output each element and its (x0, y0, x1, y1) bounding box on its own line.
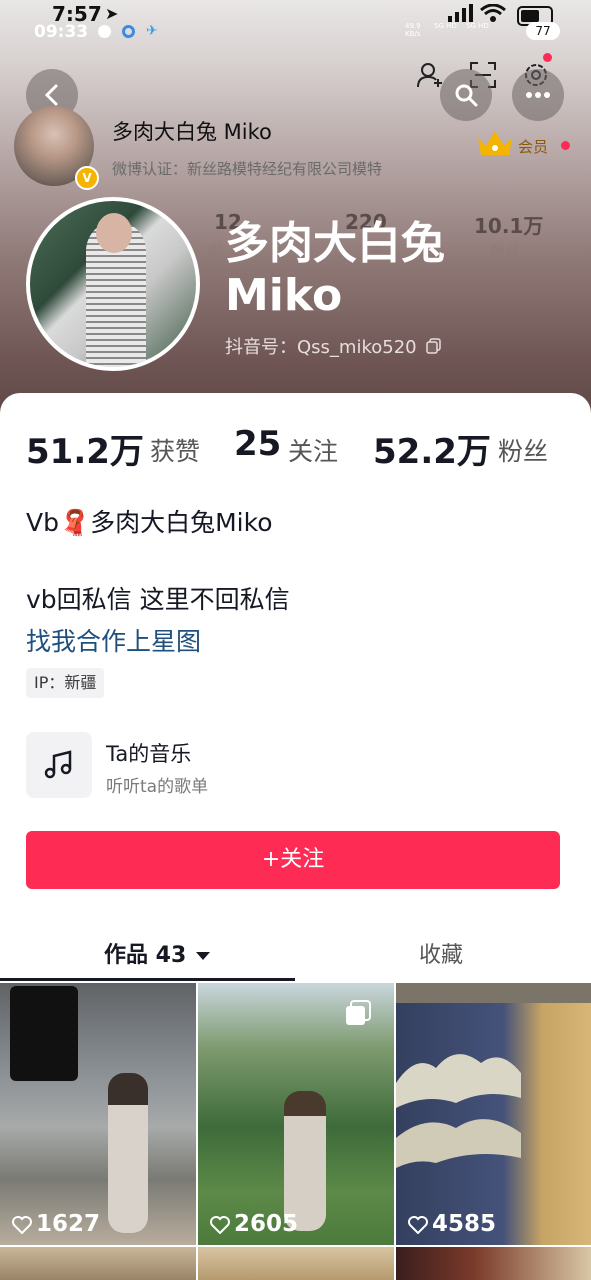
video-likes: 2605 (210, 1211, 298, 1237)
wifi-icon (480, 4, 506, 22)
tab-indicator (0, 978, 295, 981)
certification-text: 微博认证：新丝路模特经纪有限公司模特 (112, 160, 383, 178)
heart-icon (408, 1216, 428, 1235)
tab-works-label: 作品 43 (104, 943, 187, 968)
avatar-head (96, 213, 132, 253)
signal-label-1: 5G HD (434, 22, 457, 30)
heart-icon (210, 1216, 230, 1235)
thumbnail-mountains (396, 1054, 521, 1168)
signal-icon (448, 4, 473, 22)
ghost-label-1: 视 (208, 242, 224, 260)
following-label[interactable]: 关注 (288, 432, 338, 468)
signal-label-2: 5G HD (466, 22, 489, 30)
followers-label[interactable]: 粉丝 (498, 432, 548, 468)
notification-icon (98, 25, 111, 38)
search-icon (455, 84, 478, 107)
battery-level: 77 (526, 22, 560, 40)
verified-badge-icon: V (75, 166, 99, 190)
video-thumbnail[interactable]: 2605 (198, 983, 394, 1245)
likes-label: 获赞 (150, 437, 201, 466)
video-thumbnail[interactable] (0, 1247, 196, 1280)
video-thumbnail[interactable]: 1627 (0, 983, 196, 1245)
vip-notification-dot (561, 141, 570, 150)
following-count[interactable]: 25 (234, 424, 281, 464)
telegram-icon: ✈ (146, 23, 158, 39)
tab-favorites[interactable]: 收藏 (419, 937, 463, 969)
music-title[interactable]: Ta的音乐 (106, 738, 191, 768)
video-thumbnail[interactable] (396, 1247, 591, 1280)
caret-down-icon (195, 952, 210, 960)
status-bar: 7:57 ➤ 09:33 ✈ 49.9 KB/s 5G HD 5G HD 77 (0, 0, 591, 46)
douyin-id[interactable]: 抖音号：Qss_miko520 (225, 333, 442, 359)
video-likes: 4585 (408, 1211, 496, 1237)
mini-profile-name: 多肉大白兔 Miko (112, 120, 272, 144)
cooperation-link[interactable]: 找我合作上星图 (26, 622, 201, 658)
video-thumbnail[interactable] (198, 1247, 394, 1280)
chevron-left-icon (44, 84, 58, 106)
settings-notification-dot (543, 53, 552, 62)
tab-works[interactable]: 作品 43 (104, 937, 210, 969)
profile-avatar[interactable] (26, 197, 200, 371)
status-time-secondary: 09:33 (34, 22, 89, 42)
bio-line-2: vb回私信 这里不回私信 (26, 585, 290, 614)
thumbnail-ceiling (396, 983, 591, 1003)
location-arrow-icon: ➤ (105, 4, 119, 23)
network-speed: 49.9 KB/s (405, 22, 421, 38)
app-icon (122, 25, 135, 38)
multi-image-icon (346, 1000, 371, 1025)
heart-icon (12, 1216, 32, 1235)
douyin-id-text: 抖音号：Qss_miko520 (225, 337, 417, 358)
follow-button[interactable]: +关注 (26, 831, 560, 889)
music-note-icon (44, 750, 72, 779)
video-thumbnail[interactable]: 4585 (396, 983, 591, 1245)
search-button[interactable] (440, 69, 492, 121)
crown-icon[interactable] (476, 128, 514, 158)
thumbnail-figure (284, 1091, 326, 1231)
profile-display-name: 多肉大白兔 Miko (225, 218, 445, 321)
followers-count[interactable]: 52.2万 (373, 424, 491, 473)
likes-count: 51.2万 (26, 432, 144, 472)
music-subtitle[interactable]: 听听ta的歌单 (106, 772, 208, 797)
music-entry[interactable] (26, 732, 92, 798)
thumbnail-figure (108, 1073, 148, 1233)
copy-icon[interactable] (426, 338, 442, 354)
thumbnail-phone-overlay (10, 986, 78, 1081)
video-likes: 1627 (12, 1211, 100, 1237)
bio-line-1: Vb🧣多肉大白兔Miko (26, 508, 273, 537)
more-button[interactable] (512, 69, 564, 121)
more-dots-icon (526, 92, 550, 98)
vip-label[interactable]: 会员 (518, 136, 548, 157)
ip-location-tag: IP：新疆 (26, 668, 105, 698)
